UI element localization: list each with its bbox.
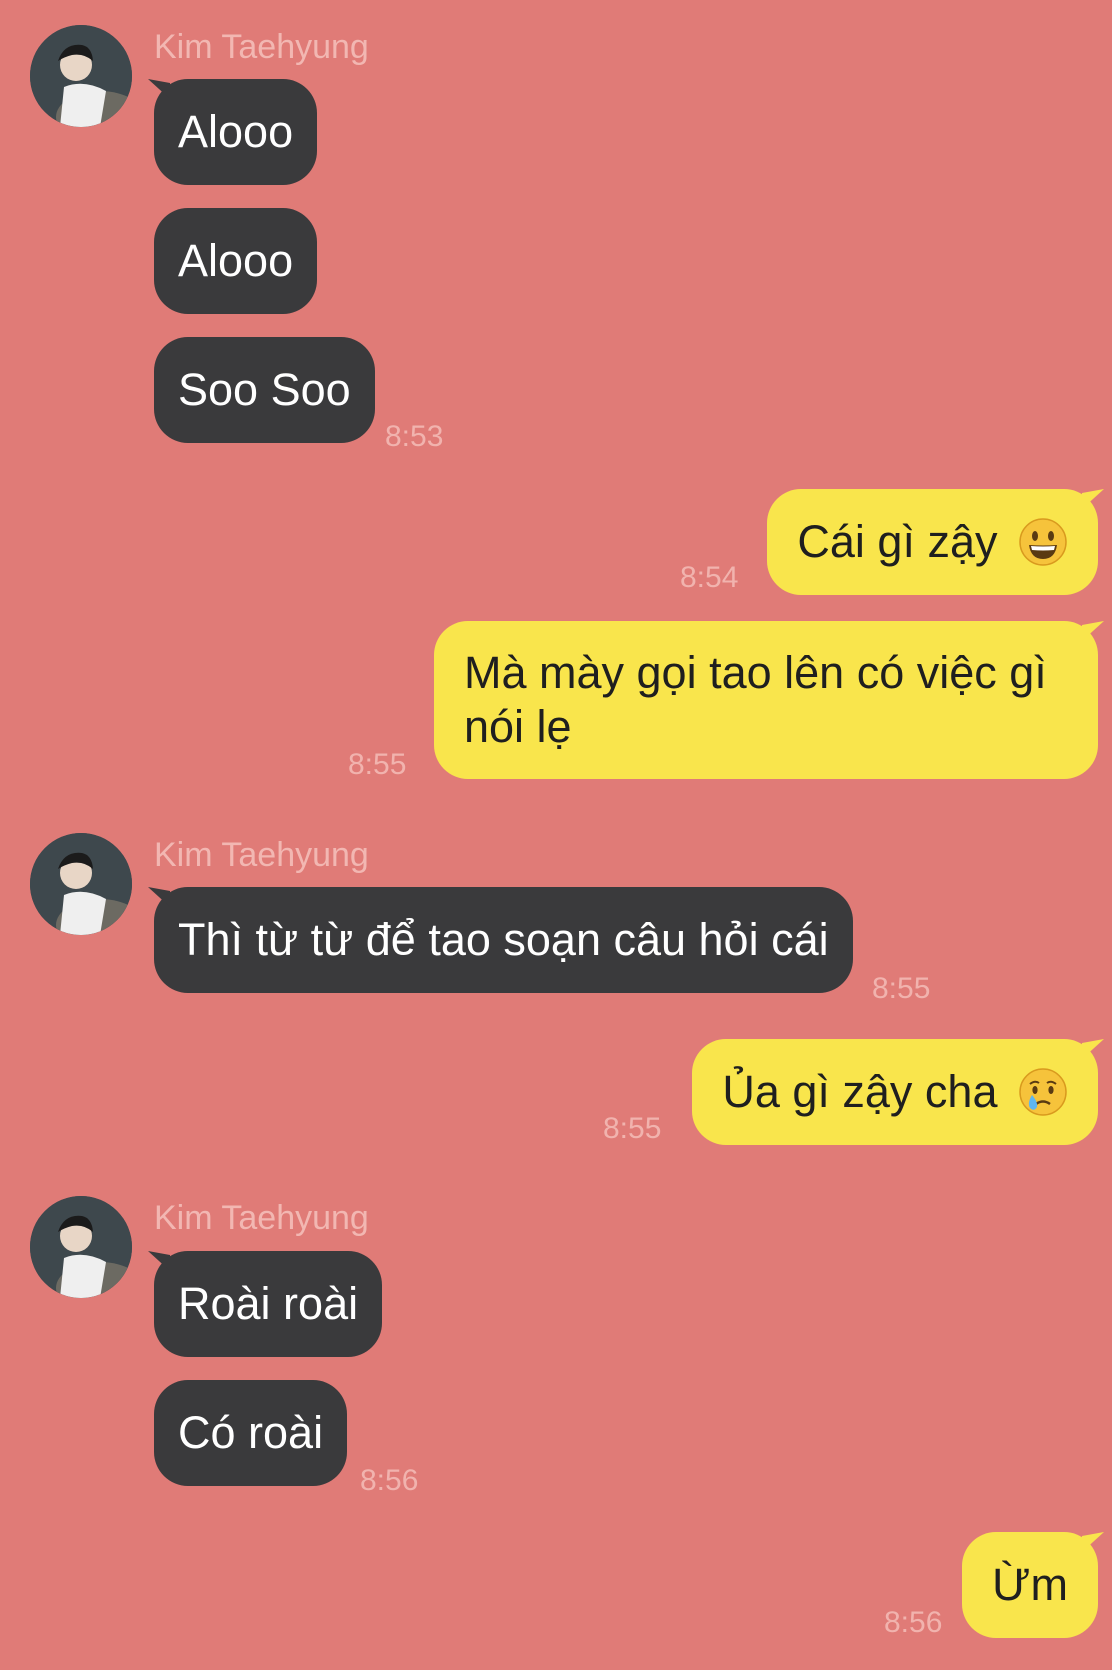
message-timestamp: 8:56 [884, 1606, 943, 1639]
message-text: Thì từ từ để tao soạn câu hỏi cái [178, 914, 829, 965]
message-text: Roài roài [178, 1278, 359, 1329]
bubble-tail [1082, 1532, 1104, 1552]
message-timestamp: 8:56 [360, 1464, 419, 1497]
message-timestamp: 8:55 [872, 972, 931, 1005]
bubble-tail [148, 887, 170, 907]
message-text: Cái gì zậy [797, 516, 998, 567]
message-bubble[interactable]: Có roài [154, 1380, 348, 1486]
message-bubble[interactable]: Alooo [154, 208, 318, 314]
message-text: Ủa gì zậy cha [722, 1066, 998, 1117]
message-text: Mà mày gọi tao lên có việc gì nói lẹ [464, 647, 1047, 752]
message-text: Soo Soo [178, 364, 351, 415]
grinning-face-emoji [1018, 517, 1068, 567]
bubble-tail [1082, 621, 1104, 641]
message-timestamp: 8:55 [348, 748, 407, 781]
contact-avatar[interactable] [30, 25, 132, 127]
message-text: Có roài [178, 1407, 324, 1458]
message-bubble[interactable]: Roài roài [148, 1251, 383, 1357]
contact-avatar[interactable] [30, 833, 132, 935]
bubble-tail [1082, 489, 1104, 509]
message-timestamp: 8:53 [385, 420, 444, 453]
bubble-tail [148, 1251, 170, 1271]
message-text: Alooo [178, 235, 294, 286]
message-text: Alooo [178, 106, 294, 157]
bubble-tail [1082, 1039, 1104, 1059]
message-timestamp: 8:55 [603, 1112, 662, 1145]
message-bubble[interactable]: Cái gì zậy [767, 489, 1104, 595]
message-bubble[interactable]: Mà mày gọi tao lên có việc gì nói lẹ [434, 621, 1104, 779]
message-bubble[interactable]: Ủa gì zậy cha [692, 1039, 1104, 1145]
message-bubble[interactable]: Thì từ từ để tao soạn câu hỏi cái [148, 887, 853, 993]
sender-name: Kim Taehyung [154, 28, 369, 66]
message-text: Ừm [992, 1559, 1068, 1610]
crying-face-emoji [1018, 1067, 1068, 1117]
sender-name: Kim Taehyung [154, 836, 369, 874]
message-bubble[interactable]: Soo Soo [154, 337, 375, 443]
message-bubble[interactable]: Ừm [962, 1532, 1104, 1638]
message-bubble[interactable]: Alooo [148, 79, 318, 185]
message-timestamp: 8:54 [680, 561, 739, 594]
contact-avatar[interactable] [30, 1196, 132, 1298]
sender-name: Kim Taehyung [154, 1199, 369, 1237]
bubble-tail [148, 79, 170, 99]
